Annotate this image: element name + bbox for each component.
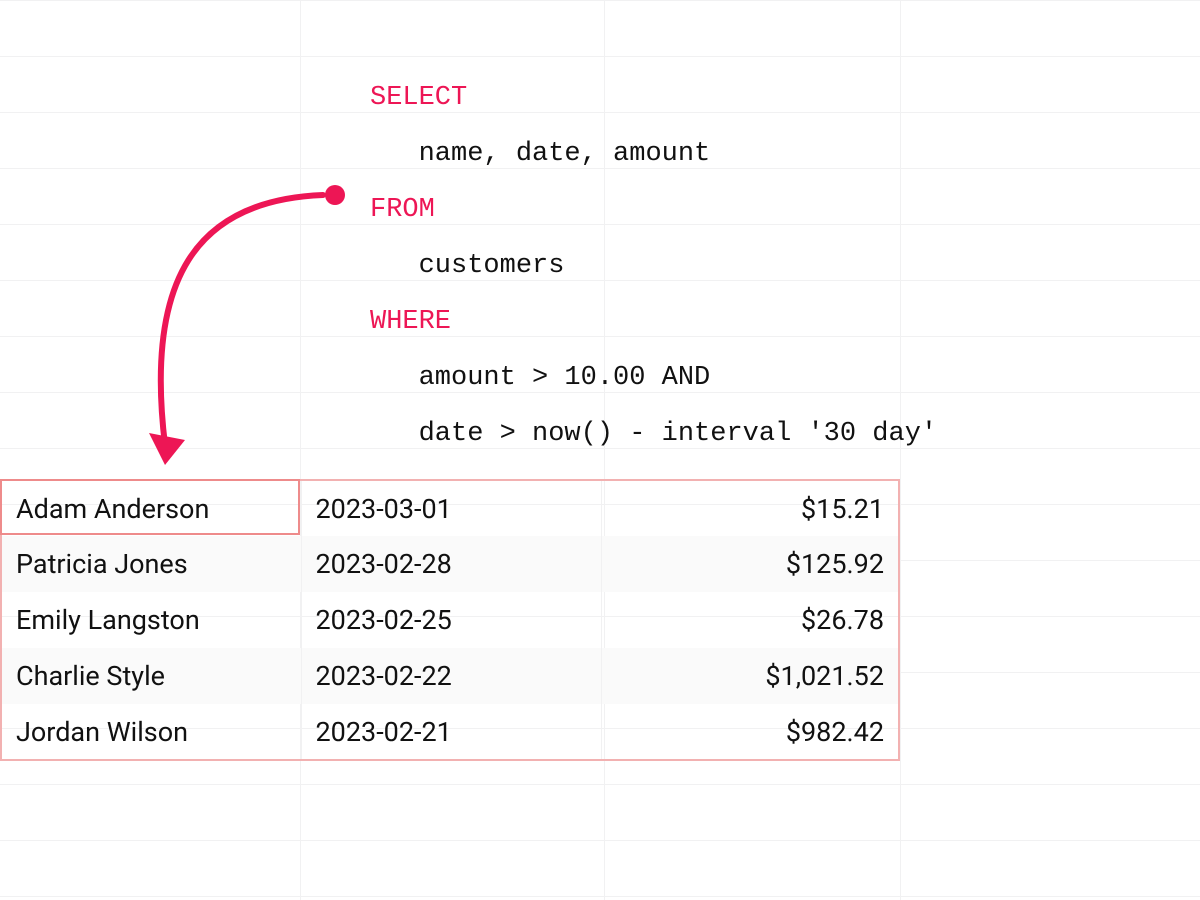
table-row: Jordan Wilson2023-02-21$982.42: [1, 704, 899, 760]
cell-amount[interactable]: $982.42: [601, 704, 899, 760]
results-table: Adam Anderson2023-03-01$15.21Patricia Jo…: [0, 479, 900, 761]
sql-keyword: FROM: [370, 195, 435, 225]
flow-arrow-icon: [135, 170, 365, 490]
sql-text: customers: [419, 251, 565, 281]
sql-keyword: WHERE: [370, 307, 451, 337]
sql-line: amount > 10.00 AND: [370, 350, 937, 406]
cell-amount[interactable]: $125.92: [601, 536, 899, 592]
cell-name[interactable]: Jordan Wilson: [1, 704, 301, 760]
sql-line: FROM: [370, 182, 937, 238]
cell-amount[interactable]: $26.78: [601, 592, 899, 648]
cell-amount[interactable]: $1,021.52: [601, 648, 899, 704]
sql-keyword: SELECT: [370, 83, 467, 113]
sql-line: date > now() - interval '30 day': [370, 406, 937, 462]
sql-text: date > now() - interval '30 day': [419, 419, 937, 449]
cell-date[interactable]: 2023-02-28: [301, 536, 601, 592]
table-row: Emily Langston2023-02-25$26.78: [1, 592, 899, 648]
sql-line: customers: [370, 238, 937, 294]
sql-line: SELECT: [370, 70, 937, 126]
cell-date[interactable]: 2023-02-21: [301, 704, 601, 760]
cell-name[interactable]: Emily Langston: [1, 592, 301, 648]
cell-date[interactable]: 2023-02-22: [301, 648, 601, 704]
cell-amount[interactable]: $15.21: [601, 480, 899, 536]
table-row: Patricia Jones2023-02-28$125.92: [1, 536, 899, 592]
cell-date[interactable]: 2023-02-25: [301, 592, 601, 648]
sql-code-block: SELECT name, date, amount FROM customers W…: [370, 70, 937, 462]
table-row: Charlie Style2023-02-22$1,021.52: [1, 648, 899, 704]
sql-text: amount > 10.00 AND: [419, 363, 711, 393]
cell-name[interactable]: Adam Anderson: [1, 480, 301, 536]
table-row: Adam Anderson2023-03-01$15.21: [1, 480, 899, 536]
cell-date[interactable]: 2023-03-01: [301, 480, 601, 536]
cell-name[interactable]: Patricia Jones: [1, 536, 301, 592]
sql-line: WHERE: [370, 294, 937, 350]
sql-text: name, date, amount: [419, 139, 711, 169]
sql-line: name, date, amount: [370, 126, 937, 182]
cell-name[interactable]: Charlie Style: [1, 648, 301, 704]
